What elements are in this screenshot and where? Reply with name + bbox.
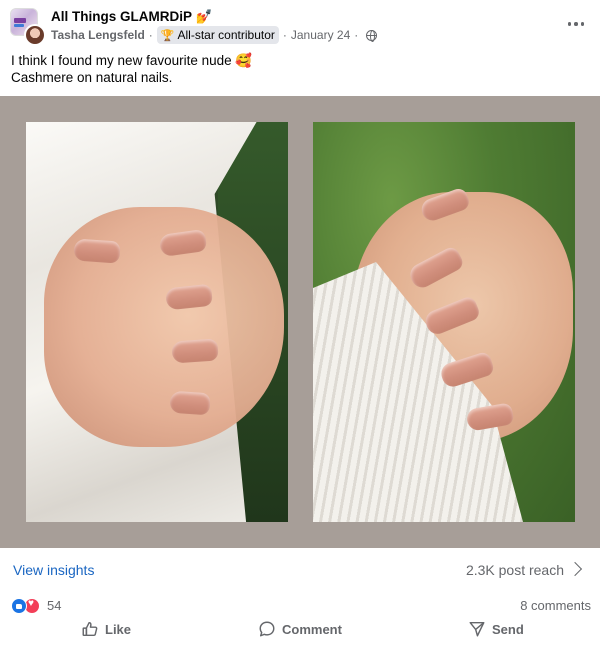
nail-illustration [169,390,211,416]
reaction-count[interactable]: 54 [47,598,61,613]
reactions-row: 54 8 comments [0,596,600,616]
comments-count[interactable]: 8 comments [520,598,591,613]
post-meta: Tasha Lengsfeld · 🏆 All-star contributor… [51,26,378,44]
nail-illustration [73,238,121,264]
trophy-icon: 🏆 [160,29,175,42]
author-avatar[interactable] [24,24,46,46]
photo-left[interactable] [26,122,288,522]
thumbs-up-icon [82,621,98,637]
group-avatar[interactable] [10,8,46,46]
post-text-line: I think I found my new favourite nude 🥰 [11,53,253,68]
view-insights-link[interactable]: View insights [13,562,94,578]
like-label: Like [105,621,132,637]
insights-row: View insights 2.3K post reach [0,556,600,584]
separator-dot: · [354,28,359,42]
separator-dot: · [282,28,287,42]
action-bar: Like Comment Send [0,620,600,644]
comment-label: Comment [282,621,342,637]
photo-right[interactable] [313,122,575,522]
post-date[interactable]: January 24 [291,28,350,42]
post-header: All Things GLAMRDiP 💅 Tasha Lengsfeld · … [0,0,600,48]
globe-icon [366,29,378,42]
contributor-badge[interactable]: 🏆 All-star contributor [156,26,279,44]
chevron-right-icon[interactable] [567,561,583,577]
more-options-button[interactable] [566,14,586,34]
post-text-line: Cashmere on natural nails. [11,70,173,85]
more-icon [567,22,572,26]
separator-dot: · [148,28,153,42]
reaction-icons[interactable] [11,598,40,614]
nail-illustration [171,338,219,364]
send-icon [469,621,485,637]
badge-label: All-star contributor [177,28,275,42]
like-button[interactable]: Like [81,620,131,638]
send-label: Send [492,621,524,637]
post-reach[interactable]: 2.3K post reach [466,562,564,578]
post-text: I think I found my new favourite nude 🥰 … [11,52,252,86]
comment-button[interactable]: Comment [258,620,342,638]
comment-icon [259,621,275,637]
like-reaction-icon [11,598,27,614]
send-button[interactable]: Send [468,620,524,638]
post-media[interactable] [0,96,600,548]
group-name[interactable]: All Things GLAMRDiP 💅 [51,9,212,25]
author-name[interactable]: Tasha Lengsfeld [51,28,145,42]
